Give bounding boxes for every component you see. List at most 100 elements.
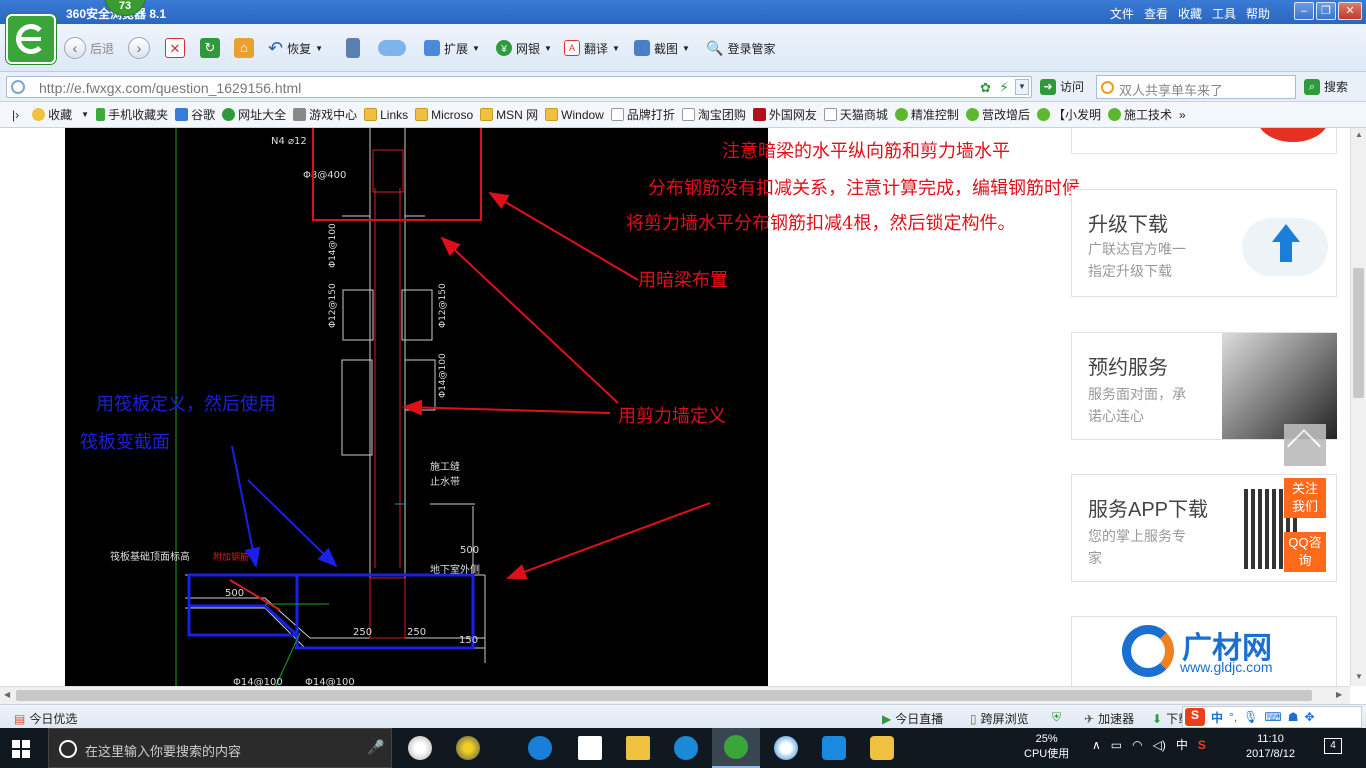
bookmark-item[interactable]: 营改增后 xyxy=(965,106,1030,123)
taskbar-app-glodon[interactable] xyxy=(662,728,710,768)
taskbar-app-360safe[interactable] xyxy=(762,728,810,768)
minimize-button[interactable]: – xyxy=(1294,2,1314,20)
wifi-icon[interactable]: ◠ xyxy=(1132,738,1142,753)
cpu-monitor[interactable]: 25% CPU使用 xyxy=(1024,732,1069,762)
service-sub-2: 诺心连心 xyxy=(1088,408,1144,424)
scroll-right-icon[interactable]: ▶ xyxy=(1336,690,1342,699)
stop-button[interactable]: ✕ xyxy=(165,36,185,60)
menu-tools[interactable]: 工具 xyxy=(1212,5,1236,22)
bookmark-item[interactable]: 游戏中心 xyxy=(293,106,357,123)
clock[interactable]: 11:10 2017/8/12 xyxy=(1246,732,1295,762)
today-picks-button[interactable]: ▤ 今日优选 xyxy=(14,710,77,727)
qq-consult-button[interactable]: QQ咨询 xyxy=(1284,532,1326,572)
bookmark-item[interactable]: 网址大全 xyxy=(222,106,286,123)
bookmark-item[interactable]: 谷歌 xyxy=(175,106,215,123)
netbank-button[interactable]: ¥ 网银 ▼ xyxy=(496,36,552,60)
annotation-raft-1: 用筏板定义，然后使用 xyxy=(96,394,276,415)
visit-button[interactable]: ➜ 访问 xyxy=(1040,78,1084,95)
chevron-down-icon: ▼ xyxy=(682,43,690,53)
windows-start-icon[interactable] xyxy=(12,740,30,758)
address-dropdown-icon[interactable]: ▼ xyxy=(1015,79,1029,95)
address-bar[interactable]: http://e.fwxgx.com/question_1629156.html… xyxy=(6,76,1032,98)
scroll-thumb[interactable] xyxy=(16,690,1312,701)
menu-favorites[interactable]: 收藏 xyxy=(1178,5,1202,22)
bookmark-item[interactable]: 淘宝团购 xyxy=(681,106,746,123)
bookmark-item[interactable]: 天猫商城 xyxy=(823,106,888,123)
login-manager-button[interactable]: 🔍 登录管家 xyxy=(706,36,775,60)
sidebar-card-top[interactable] xyxy=(1071,128,1337,154)
battery-icon[interactable]: ▭ xyxy=(1111,738,1122,753)
accelerator-button[interactable]: ✈ 加速器 xyxy=(1084,710,1134,727)
menu-file[interactable]: 文件 xyxy=(1110,5,1134,22)
search-placeholder: 双人共享单车来了 xyxy=(1119,83,1224,98)
screenshot-button[interactable]: 截图 ▼ xyxy=(634,36,690,60)
more-bookmarks-icon[interactable]: » xyxy=(1179,108,1186,122)
bookmark-item[interactable]: MSN 网 xyxy=(480,106,538,123)
scroll-down-icon[interactable]: ▼ xyxy=(1355,672,1363,681)
taskbar-app-edge[interactable] xyxy=(516,728,564,768)
phone-button[interactable] xyxy=(346,36,360,60)
maximize-button[interactable]: ❐ xyxy=(1316,2,1336,20)
menu-help[interactable]: 帮助 xyxy=(1246,5,1270,22)
bookmark-item[interactable]: 施工技术 xyxy=(1107,106,1172,123)
visit-label: 访问 xyxy=(1060,80,1085,94)
sidebar-toggle-icon[interactable]: |› xyxy=(12,108,19,122)
cloud-button[interactable] xyxy=(378,36,406,60)
taskbar-app-notes[interactable] xyxy=(858,728,906,768)
taskbar-search-input[interactable]: 在这里输入你要搜索的内容 🎤 xyxy=(48,728,392,768)
bookmark-favorites[interactable]: 收藏 ▼ xyxy=(32,106,89,123)
back-to-top-button[interactable] xyxy=(1284,424,1326,466)
bookmark-item[interactable]: 外国网友 xyxy=(752,106,817,123)
menu-view[interactable]: 查看 xyxy=(1144,5,1168,22)
notification-center-button[interactable]: 4 xyxy=(1324,738,1342,754)
lightning-icon[interactable]: ⚡ xyxy=(999,79,1009,96)
ime-indicator[interactable]: 中 xyxy=(1176,738,1188,753)
secure-icon[interactable]: ✿ xyxy=(980,80,991,96)
taskbar-app-pinwheel[interactable] xyxy=(396,728,444,768)
microphone-icon[interactable]: 🎤 xyxy=(367,739,384,756)
shield-button[interactable]: ⛨ xyxy=(1052,710,1061,725)
upgrade-card[interactable]: 升级下载 广联达官方唯一 指定升级下载 xyxy=(1071,189,1337,297)
follow-us-button[interactable]: 关注我们 xyxy=(1284,478,1326,518)
taskbar-app-store[interactable] xyxy=(566,728,614,768)
sogou-tray-icon[interactable]: S xyxy=(1198,738,1206,753)
app-sub-2: 家 xyxy=(1088,550,1102,566)
wechat-icon xyxy=(1036,108,1050,121)
translate-button[interactable]: A 翻译 ▼ xyxy=(564,36,620,60)
search-label: 搜索 xyxy=(1324,80,1349,94)
search-button[interactable]: ⌕ 搜索 xyxy=(1304,78,1348,95)
gldjc-card[interactable]: 广材网 www.gldjc.com xyxy=(1071,616,1337,686)
taskbar-app-360browser[interactable] xyxy=(712,728,760,768)
service-title: 预约服务 xyxy=(1088,357,1168,379)
extensions-button[interactable]: 扩展 ▼ xyxy=(424,36,480,60)
bookmark-item[interactable]: 手机收藏夹 xyxy=(96,106,168,123)
search-input[interactable]: 双人共享单车来了 xyxy=(1096,75,1296,99)
volume-icon[interactable]: ◁) xyxy=(1153,738,1166,753)
scroll-thumb[interactable] xyxy=(1353,268,1364,398)
taskbar-app-explorer[interactable] xyxy=(614,728,662,768)
sogou-ime-bar[interactable]: S 中 °, 🎙 ⌨ ☗ ✥ xyxy=(1182,706,1362,728)
refresh-button[interactable]: ↻ xyxy=(200,36,220,60)
chevron-up-icon[interactable]: ∧ xyxy=(1092,738,1101,753)
taskbar-app-assistant[interactable] xyxy=(444,728,492,768)
home-button[interactable]: ⌂ xyxy=(234,36,254,60)
browser-logo[interactable] xyxy=(6,14,56,64)
bookmark-item[interactable]: Window xyxy=(545,108,604,122)
bookmark-item[interactable]: Microso xyxy=(415,108,473,122)
back-button[interactable]: ‹ 后退 xyxy=(64,36,114,60)
restore-button[interactable]: ↶ 恢复 ▼ xyxy=(268,36,323,60)
forward-button[interactable]: › xyxy=(128,36,150,60)
cross-screen-button[interactable]: ▯ 跨屏浏览 xyxy=(970,710,1029,727)
bookmark-item[interactable]: Links xyxy=(364,108,408,122)
scroll-left-icon[interactable]: ◀ xyxy=(4,690,10,699)
horizontal-scrollbar[interactable]: ◀ ▶ xyxy=(0,686,1350,704)
bookmark-item[interactable]: 品牌打折 xyxy=(610,106,675,123)
live-button[interactable]: ▶ 今日直播 xyxy=(882,710,943,727)
close-button[interactable]: ✕ xyxy=(1338,2,1362,20)
scroll-up-icon[interactable]: ▲ xyxy=(1355,130,1363,139)
glodon-icon xyxy=(674,736,698,760)
bookmark-item[interactable]: 【小发明 xyxy=(1036,106,1101,123)
bookmark-item[interactable]: 精准控制 xyxy=(894,106,959,123)
taskbar-app-plus[interactable] xyxy=(810,728,858,768)
vertical-scrollbar[interactable]: ▲ ▼ xyxy=(1350,128,1366,686)
